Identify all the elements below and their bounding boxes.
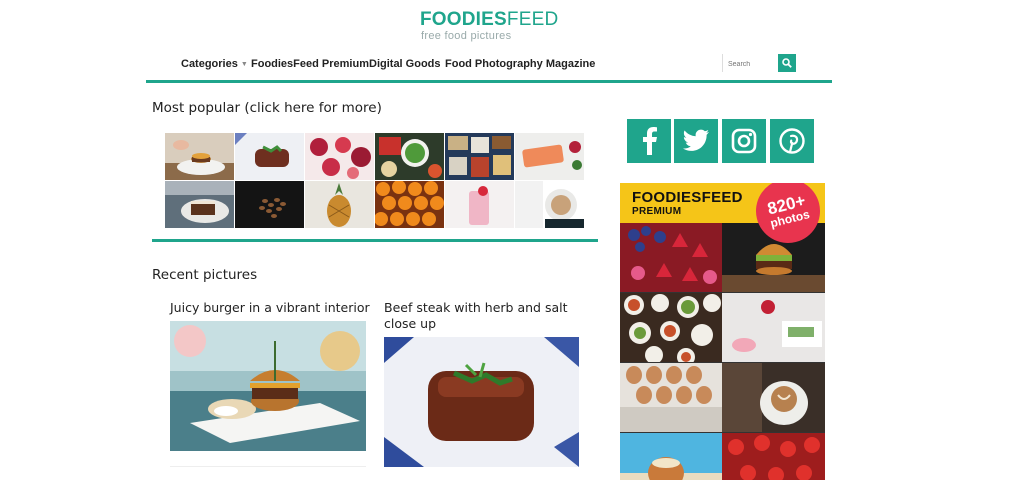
premium-title: FOODIESFEED — [632, 189, 743, 206]
post-image-burger[interactable] — [170, 321, 366, 451]
nav-item-premium[interactable]: FoodiesFeed Premium — [251, 58, 369, 70]
popular-thumb-pineapple[interactable] — [305, 181, 374, 228]
search-input[interactable] — [728, 57, 776, 71]
popular-thumb-burger[interactable] — [165, 133, 234, 180]
facebook-icon — [643, 127, 657, 155]
twitter-icon — [683, 129, 709, 151]
premium-photo-bowls — [620, 293, 722, 362]
premium-subtitle: PREMIUM — [632, 206, 682, 217]
instagram-icon — [731, 128, 757, 154]
popular-thumb-cake[interactable] — [165, 181, 234, 228]
facebook-button[interactable] — [627, 119, 671, 163]
search-button[interactable] — [778, 54, 796, 72]
logo-tagline: free food pictures — [421, 30, 512, 42]
popular-thumb-salmon[interactable] — [515, 133, 584, 180]
main-nav: Categories ▼ FoodiesFeed Premium Digital … — [146, 52, 832, 83]
post-image-steak[interactable] — [384, 337, 579, 467]
premium-photo-berries — [620, 223, 722, 292]
popular-thumb-coffee-beans[interactable] — [235, 181, 304, 228]
section-divider — [152, 239, 598, 242]
logo-light: FEED — [506, 9, 559, 30]
twitter-button[interactable] — [674, 119, 718, 163]
premium-photo-grid — [620, 223, 825, 480]
post-title-burger[interactable]: Juicy burger in a vibrant interior — [170, 300, 370, 316]
popular-thumb-smoothie[interactable] — [445, 181, 514, 228]
logo-bold: FOODIES — [420, 9, 507, 30]
recent-pictures-heading: Recent pictures — [152, 267, 258, 283]
nav-label-categories: Categories — [181, 58, 238, 70]
most-popular-heading[interactable]: Most popular (click here for more) — [152, 100, 382, 116]
pinterest-icon — [779, 128, 805, 154]
premium-photo-coconut — [620, 433, 722, 480]
nav-item-magazine[interactable]: Food Photography Magazine — [445, 58, 595, 70]
nav-item-categories[interactable]: Categories ▼ — [181, 58, 248, 70]
logo-wordmark: FOODIESFEED — [420, 10, 560, 30]
popular-thumb-pomegranate[interactable] — [305, 133, 374, 180]
instagram-button[interactable] — [722, 119, 766, 163]
popular-thumb-steak[interactable] — [235, 133, 304, 180]
post-separator — [170, 466, 366, 467]
premium-photo-macarons — [722, 293, 825, 362]
pinterest-button[interactable] — [770, 119, 814, 163]
popular-grid — [165, 133, 585, 228]
popular-thumb-table[interactable] — [445, 133, 514, 180]
popular-thumb-coffee-cup[interactable] — [515, 181, 584, 228]
search-divider — [722, 54, 723, 72]
nav-item-digital-goods[interactable]: Digital Goods — [369, 58, 441, 70]
site-logo[interactable]: FOODIESFEED free food pictures — [420, 10, 560, 43]
premium-photo-peppers — [722, 433, 825, 480]
search-icon — [782, 58, 792, 68]
post-title-steak[interactable]: Beef steak with herb and salt close up — [384, 300, 580, 332]
premium-photo-eggs — [620, 363, 722, 432]
chevron-down-icon: ▼ — [240, 61, 248, 68]
premium-banner[interactable]: FOODIESFEED PREMIUM 820+ photos — [620, 183, 825, 480]
premium-photo-latte — [722, 363, 825, 432]
popular-thumb-salad[interactable] — [375, 133, 444, 180]
popular-thumb-tangerines[interactable] — [375, 181, 444, 228]
